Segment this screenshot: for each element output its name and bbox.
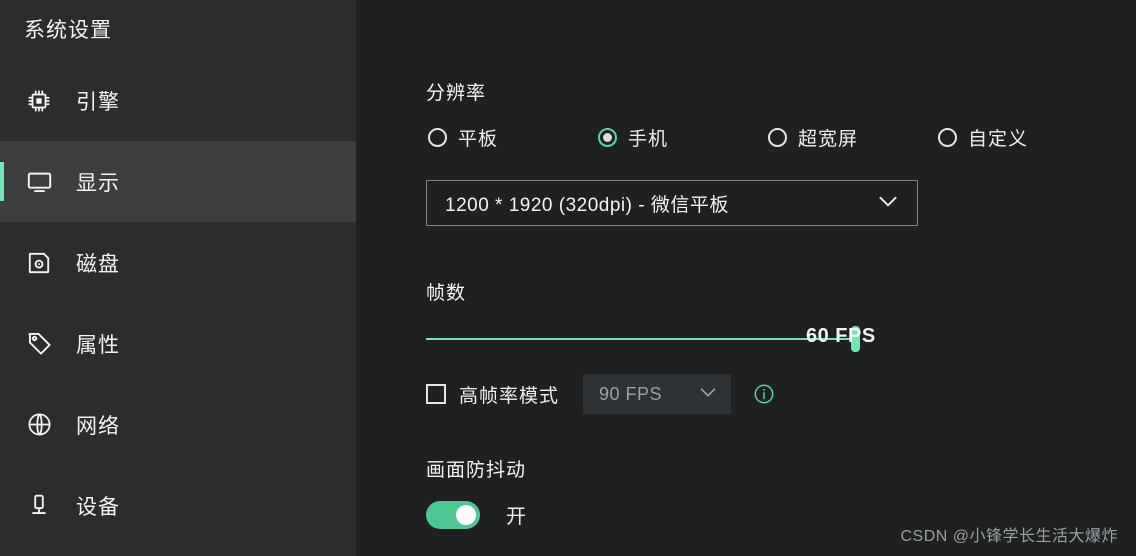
anti-shake-row: 开 [426,500,527,529]
radio-circle-icon [428,128,447,147]
sidebar-item-label: 设备 [76,495,120,519]
sidebar-item-disk[interactable]: 磁盘 [0,222,356,303]
high-fps-mode-checkbox[interactable] [426,384,446,404]
chevron-down-icon [875,188,901,219]
sidebar-item-properties[interactable]: 属性 [0,303,356,384]
radio-circle-icon [938,128,957,147]
chevron-down-icon [697,381,719,408]
radio-label: 自定义 [968,129,1029,150]
settings-window: 系统设置 引擎 显示 磁盘 属性 网络 设备 分辨率 平板 手机 超宽屏 自定义… [0,0,1136,556]
radio-label: 平板 [458,129,499,150]
framerate-slider-value: 60 FPS [806,325,876,347]
resolution-radio-group: 平板 手机 超宽屏 自定义 [428,124,1028,151]
framerate-section-title: 帧数 [426,283,467,304]
tag-icon [24,329,54,359]
sidebar-nav: 引擎 显示 磁盘 属性 网络 设备 [0,60,356,546]
sidebar-item-network[interactable]: 网络 [0,384,356,465]
sidebar-item-engine[interactable]: 引擎 [0,60,356,141]
sidebar-item-label: 磁盘 [76,252,120,276]
display-settings-panel: 分辨率 平板 手机 超宽屏 自定义 1200 * 1920 (320dpi) -… [356,0,1136,556]
anti-shake-state-label: 开 [506,506,527,528]
resolution-select[interactable]: 1200 * 1920 (320dpi) - 微信平板 [426,180,918,226]
toggle-knob [456,504,476,525]
high-fps-mode-label: 高帧率模式 [459,385,560,407]
radio-circle-selected-icon [598,128,617,147]
resolution-section-title: 分辨率 [426,83,487,104]
radio-label: 手机 [628,129,669,150]
sidebar-item-label: 属性 [76,333,120,357]
resolution-select-value: 1200 * 1920 (320dpi) - 微信平板 [445,194,729,216]
sidebar-item-label: 网络 [76,414,120,438]
high-fps-mode-row: 高帧率模式 90 FPS [426,374,775,414]
high-fps-value: 90 FPS [599,383,663,404]
sidebar-item-label: 显示 [76,171,120,195]
sidebar-item-device[interactable]: 设备 [0,465,356,546]
radio-circle-icon [768,128,787,147]
anti-shake-section-title: 画面防抖动 [426,460,527,481]
radio-label: 超宽屏 [798,129,859,150]
slider-track [426,326,860,352]
sidebar: 系统设置 引擎 显示 磁盘 属性 网络 设备 [0,0,356,556]
high-fps-value-select[interactable]: 90 FPS [583,374,732,414]
radio-tablet[interactable]: 平板 [428,124,598,151]
radio-custom[interactable]: 自定义 [938,124,1028,151]
monitor-icon [24,167,54,197]
radio-ultrawide[interactable]: 超宽屏 [768,124,938,151]
radio-phone[interactable]: 手机 [598,124,768,151]
watermark: CSDN @小锋学长生活大爆炸 [900,528,1118,545]
sidebar-item-label: 引擎 [76,90,120,114]
floppy-disk-icon [24,248,54,278]
cpu-chip-icon [24,86,54,116]
device-stand-icon [24,491,54,521]
sidebar-item-display[interactable]: 显示 [0,141,356,222]
framerate-slider[interactable] [426,326,866,352]
anti-shake-toggle[interactable] [426,500,480,529]
globe-icon [24,410,54,440]
info-circle-icon[interactable] [753,383,775,405]
page-title: 系统设置 [24,19,112,42]
